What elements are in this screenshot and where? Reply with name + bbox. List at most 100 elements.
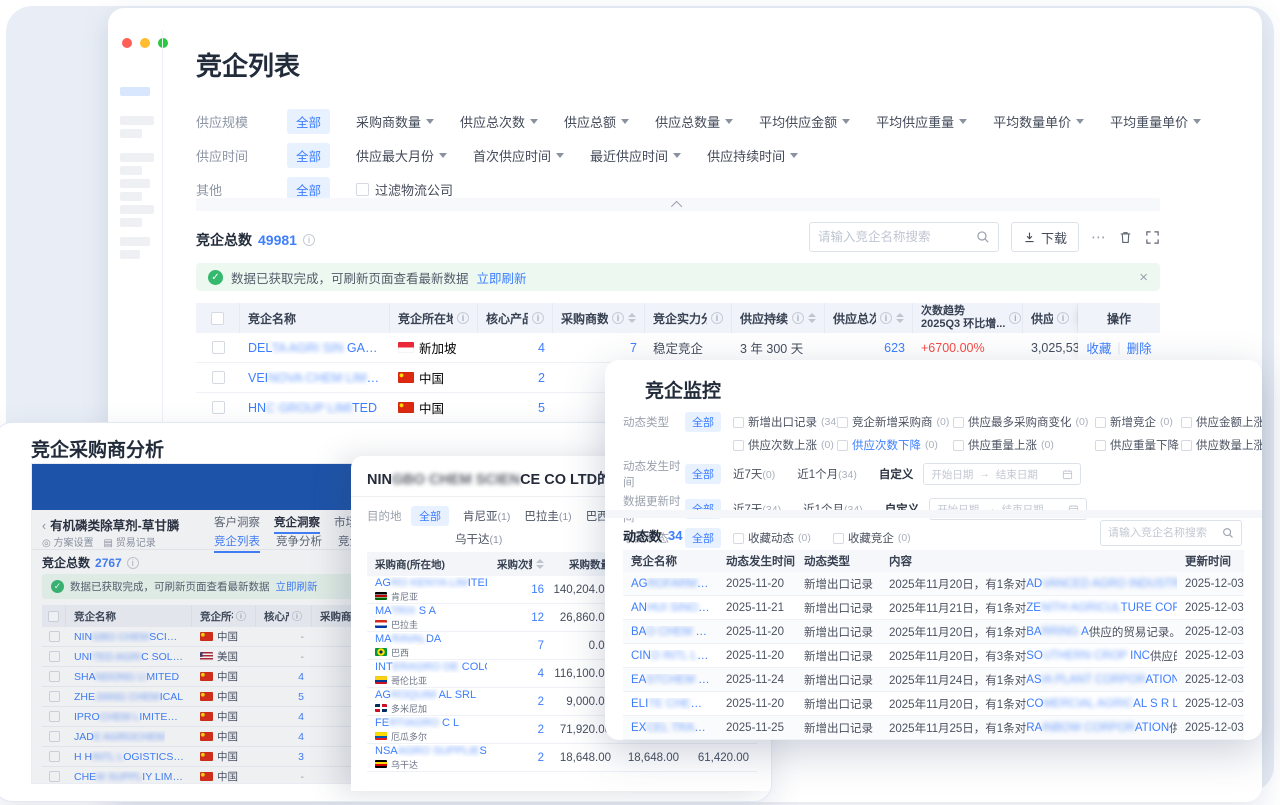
content-company-link[interactable]: ADVANCED AGRO INDUSTRINES xyxy=(1026,578,1177,590)
date-range-input[interactable]: 开始日期→结束日期 xyxy=(923,463,1081,485)
monitor-type-checkbox[interactable]: 收藏动态(0) xyxy=(733,530,811,546)
checkbox[interactable] xyxy=(733,533,744,544)
core-products-cell[interactable]: 5 xyxy=(478,393,553,422)
checkbox[interactable] xyxy=(833,533,844,544)
date-option[interactable]: 近1个月(34) xyxy=(797,466,857,482)
checkbox[interactable] xyxy=(212,401,225,414)
monitor-type-checkbox[interactable]: 供应重量下降(0) xyxy=(1095,437,1181,453)
filter-dropdown[interactable]: 供应持续时间 xyxy=(707,146,798,165)
sort-icon[interactable] xyxy=(896,313,904,323)
core-products-cell[interactable]: 4 xyxy=(478,333,553,362)
supply-times-cell[interactable]: 623 xyxy=(825,333,913,362)
purchaser-row[interactable]: NSAAGRO SUPPLIES LI...乌干达218,648.0018,64… xyxy=(367,744,757,772)
monitor-type-checkbox[interactable]: 供应次数下降(0) xyxy=(837,437,953,453)
content-company-link[interactable]: ASIA PLANT CORPORATION xyxy=(1026,674,1177,686)
delete-icon[interactable] xyxy=(1118,230,1133,245)
sidebar-item[interactable] xyxy=(120,179,150,188)
monitor-row[interactable]: BAO CHEM FLYER ...2025-11-20新增出口记录2025年1… xyxy=(623,620,1244,644)
filter-chip-all[interactable]: 全部 xyxy=(287,143,330,168)
checkbox[interactable] xyxy=(953,440,964,451)
destination-option[interactable]: 乌干达(1) xyxy=(455,531,502,547)
sidebar-item[interactable] xyxy=(120,192,142,201)
filter-chip-all[interactable]: 全部 xyxy=(685,528,721,548)
content-company-link[interactable]: BARRING A xyxy=(1026,626,1089,638)
maximize-window-icon[interactable] xyxy=(158,38,168,48)
destination-option[interactable]: 巴拉圭(1) xyxy=(524,508,571,524)
filter-collapse-bar[interactable] xyxy=(196,198,1160,211)
monitor-row[interactable]: CINO INTL LOGIS...2025-11-20新增出口记录2025年1… xyxy=(623,644,1244,668)
purchase-times-cell[interactable]: 16 xyxy=(489,576,552,603)
filter-chip-all[interactable]: 全部 xyxy=(411,506,449,526)
refresh-now-link[interactable]: 立即刷新 xyxy=(477,268,527,287)
filter-dropdown[interactable]: 平均供应重量 xyxy=(876,112,967,131)
monitor-row[interactable]: ELITE CHEM INDU...2025-11-20新增出口记录2025年1… xyxy=(623,692,1244,716)
filter-dropdown[interactable]: 供应总数量 xyxy=(655,112,733,131)
content-company-link[interactable]: COMERCIAL AGRICAL S R L xyxy=(1026,698,1177,710)
delete-link[interactable]: 删除 xyxy=(1127,338,1152,357)
buyer-name-link[interactable]: INTERAGRO DE COLO... xyxy=(375,661,487,673)
sidebar-item[interactable] xyxy=(120,205,154,214)
competitor-name-link[interactable]: EASTCHEM CO xyxy=(631,674,710,686)
sidebar-item[interactable] xyxy=(120,218,142,227)
purchase-times-cell[interactable]: 12 xyxy=(489,604,552,631)
filter-dropdown[interactable]: 最近供应时间 xyxy=(590,146,681,165)
monitor-type-checkbox[interactable]: 供应次数上涨(0) xyxy=(733,437,837,453)
filter-dropdown[interactable]: 采购商数量 xyxy=(356,112,434,131)
filter-dropdown[interactable]: 供应总次数 xyxy=(460,112,538,131)
content-company-link[interactable]: RAINBOW CORPORATION xyxy=(1026,722,1169,734)
monitor-row[interactable]: EXCEL TRADE CO...2025-11-25新增出口记录2025年11… xyxy=(623,716,1244,740)
buyer-name-link[interactable]: AGRO KENYA LIMITED xyxy=(375,577,487,589)
checkbox[interactable] xyxy=(1095,440,1106,451)
buyer-count-cell[interactable]: 7 xyxy=(553,333,645,362)
checkbox[interactable] xyxy=(1181,417,1192,428)
buyer-name-link[interactable]: MARAVALDA xyxy=(375,633,441,645)
buyer-name-link[interactable]: FERTIAGRO C L xyxy=(375,717,459,729)
search-input[interactable] xyxy=(818,230,970,244)
sidebar-item[interactable] xyxy=(120,237,150,246)
buyer-name-link[interactable]: MATRIX S A xyxy=(375,605,436,617)
sidebar-item-active[interactable] xyxy=(120,87,150,96)
sort-icon[interactable] xyxy=(628,313,636,323)
competitor-name-link[interactable]: BAO CHEM FLYER ... xyxy=(631,626,710,638)
filter-dropdown[interactable]: 平均供应金额 xyxy=(759,112,850,131)
content-company-link[interactable]: ZENITH AGRICULTURE COR xyxy=(1026,602,1177,614)
core-products-cell[interactable]: 2 xyxy=(478,363,553,392)
monitor-type-checkbox[interactable]: 收藏竞企(0) xyxy=(833,530,911,546)
checkbox[interactable] xyxy=(837,417,848,428)
table-row[interactable]: DELTA AGRI SIN GAP...新加坡47稳定竞企3 年 300 天6… xyxy=(196,333,1160,363)
buyer-name-link[interactable]: AGROQUIM AL SRL xyxy=(375,689,476,701)
filter-chip-all[interactable]: 全部 xyxy=(685,464,721,484)
monitor-row[interactable]: EASTCHEM CO2025-11-24新增出口记录2025年11月24日，有… xyxy=(623,668,1244,692)
monitor-type-checkbox[interactable]: 供应数量上涨(0) xyxy=(1181,437,1262,453)
sort-icon[interactable] xyxy=(536,559,544,569)
favorite-link[interactable]: 收藏 xyxy=(1086,338,1111,357)
sidebar-item[interactable] xyxy=(120,116,154,125)
checkbox[interactable] xyxy=(211,312,224,325)
competitor-name-link[interactable]: CINO INTL LOGIS... xyxy=(631,650,710,662)
filter-dropdown[interactable]: 首次供应时间 xyxy=(473,146,564,165)
search-icon[interactable] xyxy=(976,230,990,244)
purchase-times-cell[interactable]: 2 xyxy=(489,688,552,715)
checkbox[interactable] xyxy=(733,417,744,428)
checkbox[interactable] xyxy=(212,341,225,354)
checkbox[interactable] xyxy=(1181,440,1192,451)
sidebar-item[interactable] xyxy=(120,166,142,175)
competitor-name-link[interactable]: ANHUI SINO BIO... xyxy=(631,602,710,614)
filter-chip-all[interactable]: 全部 xyxy=(287,109,330,134)
competitor-name-link[interactable]: ELITE CHEM INDU... xyxy=(631,698,710,710)
monitor-search-input[interactable] xyxy=(1108,527,1217,539)
monitor-type-checkbox[interactable]: 新增出口记录(34) xyxy=(733,414,837,430)
competitor-name-link[interactable]: VEINOVA CHEM LIMITED xyxy=(248,371,382,385)
checkbox[interactable] xyxy=(212,371,225,384)
sidebar-item[interactable] xyxy=(120,129,142,138)
monitor-row[interactable]: ANHUI SINO BIO...2025-11-21新增出口记录2025年11… xyxy=(623,596,1244,620)
monitor-row[interactable]: AGROFARM GRP INT...2025-11-20新增出口记录2025年… xyxy=(623,572,1244,596)
close-window-icon[interactable] xyxy=(122,38,132,48)
filter-dropdown[interactable]: 供应最大月份 xyxy=(356,146,447,165)
sort-icon[interactable] xyxy=(808,313,816,323)
date-option[interactable]: 近7天(0) xyxy=(733,466,775,482)
competitor-name-link[interactable]: HNC GROUP LIMITED xyxy=(248,401,377,415)
checkbox[interactable] xyxy=(837,440,848,451)
sidebar-item[interactable] xyxy=(120,153,154,162)
purchase-times-cell[interactable]: 7 xyxy=(489,632,552,659)
